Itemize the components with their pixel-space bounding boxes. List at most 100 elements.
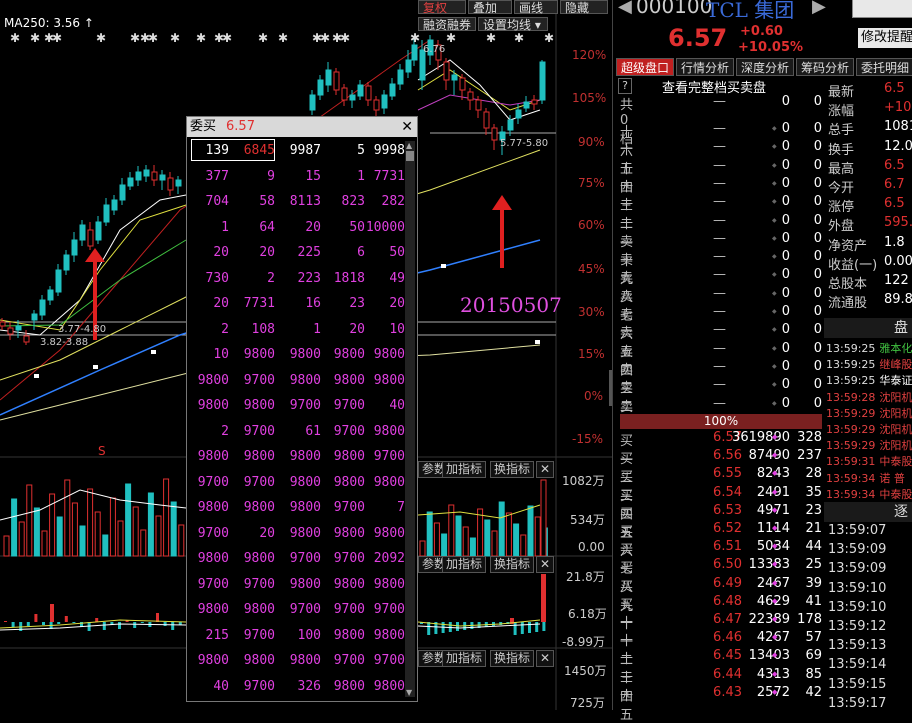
popup-queue-cell: 9800 (333, 627, 365, 643)
popup-queue-cell: 9800 (333, 372, 365, 388)
radar-news-item[interactable]: 13:59:28 沈阳机 (826, 389, 912, 405)
news-time: 13:59:25 (826, 358, 876, 372)
level-volume: 0 (781, 249, 790, 265)
popup-queue-cell: 9998 (373, 143, 405, 158)
popup-queue-cell: 108 (251, 321, 275, 337)
margin-trading-button[interactable]: 融资融券 (418, 17, 476, 32)
set-ma-dropdown[interactable]: 设置均线 ▾ (478, 17, 548, 32)
volume-bar (94, 511, 101, 557)
tab-depth-analysis[interactable]: 深度分析 (736, 58, 794, 76)
level-count: 25 (805, 557, 822, 573)
hide-button[interactable]: 隐藏 (560, 0, 608, 15)
close-icon[interactable]: ✕ (401, 117, 413, 137)
level-marker-icon: ◆ (772, 669, 778, 678)
news-time: 13:59:29 (826, 439, 876, 453)
popup-queue-cell: 1 (313, 321, 321, 337)
level-marker-icon: ◆ (772, 578, 778, 587)
level-count: 28 (805, 466, 822, 482)
modify-alert-button[interactable]: 修改提醒 (858, 28, 912, 48)
add-indicator-button-3[interactable]: 加指标 (442, 650, 487, 667)
radar-news-item[interactable]: 13:59:34 诺 普 (826, 470, 905, 486)
help-icon[interactable]: ? (618, 78, 632, 94)
prev-stock-icon[interactable]: ◀ (618, 0, 632, 17)
tab-super-book[interactable]: 超级盘口 (616, 58, 674, 76)
radar-news-item[interactable]: 13:59:31 中泰股 (826, 453, 912, 469)
popup-queue-cell: 9800 (289, 474, 321, 490)
popup-queue-cell: 9800 (333, 678, 365, 694)
scroll-thumb[interactable] (406, 151, 414, 161)
level-marker-icon: ◆ (772, 253, 777, 261)
radar-news-item[interactable]: 13:59:34 中泰股 (826, 486, 912, 502)
candle-body (143, 169, 150, 177)
switch-indicator-button-1[interactable]: 换指标 (490, 461, 535, 478)
add-indicator-button-1[interactable]: 加指标 (442, 461, 487, 478)
bid-queue-popup[interactable]: 委买 6.57 ✕ 139 6845 9987 5 9998 377 9 15 1 7731 704 5… (186, 116, 418, 702)
buy-sell-ratio-bar: 100% (620, 414, 822, 429)
overlay-button[interactable]: 叠加 (468, 0, 512, 15)
switch-indicator-button-3[interactable]: 换指标 (490, 650, 535, 667)
level-count: 0 (813, 212, 822, 228)
volume-bar (33, 507, 40, 557)
radar-news-item[interactable]: 13:59:29 沈阳机 (826, 437, 912, 453)
popup-scrollbar[interactable]: ▲ ▼ (405, 141, 415, 697)
tick-trade-time: 13:59:15 (828, 676, 887, 692)
level-marker-icon: ◆ (772, 615, 778, 623)
tick-trade-time: 13:59:10 (828, 580, 887, 596)
popup-queue-cell: 9800 (373, 423, 405, 439)
level-marker-icon: ◆ (772, 381, 777, 389)
top-right-button[interactable] (852, 0, 912, 18)
up-arrow-icon: ↑ (83, 16, 94, 30)
popup-queue-row: 9700 9700 9800 9800 9800 (191, 471, 405, 496)
popup-queue-cell: 9800 (289, 372, 321, 388)
volume-bar (520, 534, 527, 557)
popup-queue-cell: 326 (297, 678, 321, 694)
popup-queue-cell: 58 (259, 194, 275, 209)
bottom-axis-mid: 725万 (570, 696, 605, 710)
event-marker-icon: ✱ (52, 31, 62, 45)
next-stock-icon[interactable]: ▶ (812, 0, 826, 17)
radar-news-item[interactable]: 13:59:25 雅本化 (826, 340, 912, 356)
stat-value: 1.8 (884, 234, 905, 250)
draw-line-button[interactable]: 画线 (514, 0, 558, 15)
level-count: 0 (813, 358, 822, 374)
tick-trade-time: 13:59:12 (828, 619, 887, 634)
popup-queue-cell: 20 (305, 219, 321, 235)
popup-title-bar[interactable]: 委买 6.57 ✕ (187, 117, 417, 137)
kline-chart-area[interactable]: ✱ ✱ ✱ ✱ ✱ ✱ ✱ ✱ ✱ ✱ ✱ ✱ ✱ ✱ ✱ ✱ ✱ ✱ ✱ ✱ ✱ ✱ ✱ 复权 叠加 画线 隐藏 MA25… (0, 0, 612, 710)
percent-tick-label: 30% (578, 305, 605, 319)
radar-news-item[interactable]: 13:59:29 沈阳机 (826, 421, 912, 437)
scroll-down-icon[interactable]: ▼ (406, 688, 412, 697)
macd-bar (118, 622, 121, 629)
level-marker-icon: ◆ (772, 161, 777, 169)
popup-queue-cell: 9700 (373, 653, 405, 668)
event-marker-icon: ✱ (96, 31, 106, 45)
radar-news-item[interactable]: 13:59:29 沈阳机 (826, 405, 912, 421)
popup-queue-cell: 9800 (243, 500, 275, 515)
close-indicator-button-3[interactable]: ✕ (536, 650, 555, 667)
add-indicator-button-2[interactable]: 加指标 (442, 556, 487, 573)
popup-queue-cell: 9700 (373, 602, 405, 617)
level-marker-icon: ◆ (772, 651, 778, 660)
level-volume: 0 (781, 94, 790, 109)
tick-trade-time: 13:59:07 (828, 523, 887, 538)
popup-queue-row: 9800 9700 9800 9800 9800 (191, 369, 405, 394)
volume-bar (534, 516, 541, 557)
restore-rights-button[interactable]: 复权 (418, 0, 466, 15)
candle-body (507, 119, 514, 131)
event-marker-icon: ✱ (30, 31, 40, 45)
tab-order-detail[interactable]: 委托明细 (856, 58, 912, 76)
scroll-up-icon[interactable]: ▲ (406, 141, 412, 150)
radar-news-item[interactable]: 13:59:25 继峰股 (826, 356, 912, 372)
close-indicator-button-1[interactable]: ✕ (536, 461, 555, 478)
tab-market-analysis[interactable]: 行情分析 (676, 58, 734, 76)
popup-queue-cell: 49 (389, 270, 405, 286)
tab-chip-analysis[interactable]: 筹码分析 (796, 58, 854, 76)
candle-body (309, 94, 316, 111)
popup-queue-cell: 20 (259, 245, 275, 260)
radar-news-item[interactable]: 13:59:25 华泰证 (826, 372, 912, 388)
switch-indicator-button-2[interactable]: 换指标 (490, 556, 535, 573)
tick-trade-time: 13:59:13 (828, 638, 887, 654)
close-indicator-button-2[interactable]: ✕ (536, 556, 555, 573)
high-annotation: 6.76 (423, 44, 446, 55)
vol-axis-bottom: 0.00 (578, 540, 605, 554)
